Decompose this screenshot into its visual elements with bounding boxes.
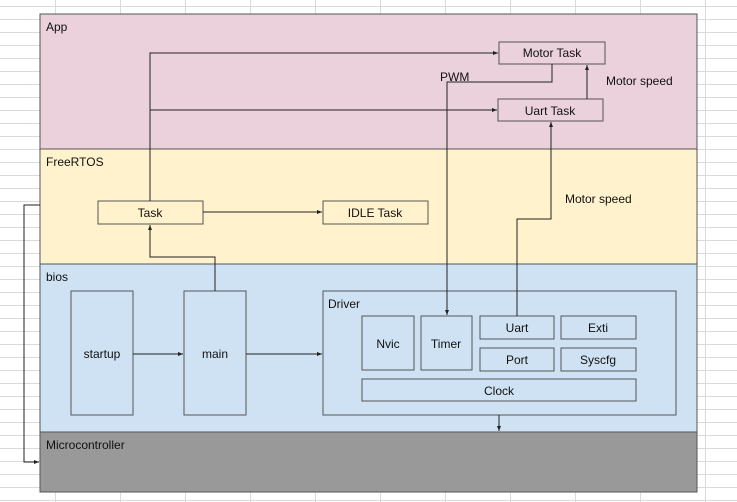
port-label: Port — [506, 353, 529, 367]
idle-task-label: IDLE Task — [348, 206, 403, 220]
layer-bios-label: bios — [46, 270, 68, 284]
syscfg-label: Syscfg — [580, 353, 616, 367]
startup-label: startup — [84, 347, 121, 361]
layer-freertos-label: FreeRTOS — [46, 155, 104, 169]
motor-speed-label: Motor speed — [565, 192, 632, 206]
layer-app — [39, 13, 698, 150]
task-label: Task — [138, 206, 164, 220]
loop-arrow — [23, 204, 40, 464]
motor-task-label: Motor Task — [523, 46, 582, 60]
nvic-label: Nvic — [376, 337, 399, 351]
driver-label: Driver — [328, 297, 360, 311]
clock-label: Clock — [484, 384, 515, 398]
layer-microcontroller — [39, 431, 698, 493]
architecture-diagram: App FreeRTOS bios Microcontroller Motor … — [23, 13, 698, 493]
uart-task-label: Uart Task — [525, 104, 576, 118]
main-label: main — [202, 347, 228, 361]
layer-app-label: App — [46, 20, 68, 34]
timer-label: Timer — [431, 337, 461, 351]
motor-speed-label: Motor speed — [606, 74, 673, 88]
uart-label: Uart — [506, 321, 529, 335]
layer-micro-label: Microcontroller — [46, 438, 125, 452]
exti-label: Exti — [588, 321, 608, 335]
